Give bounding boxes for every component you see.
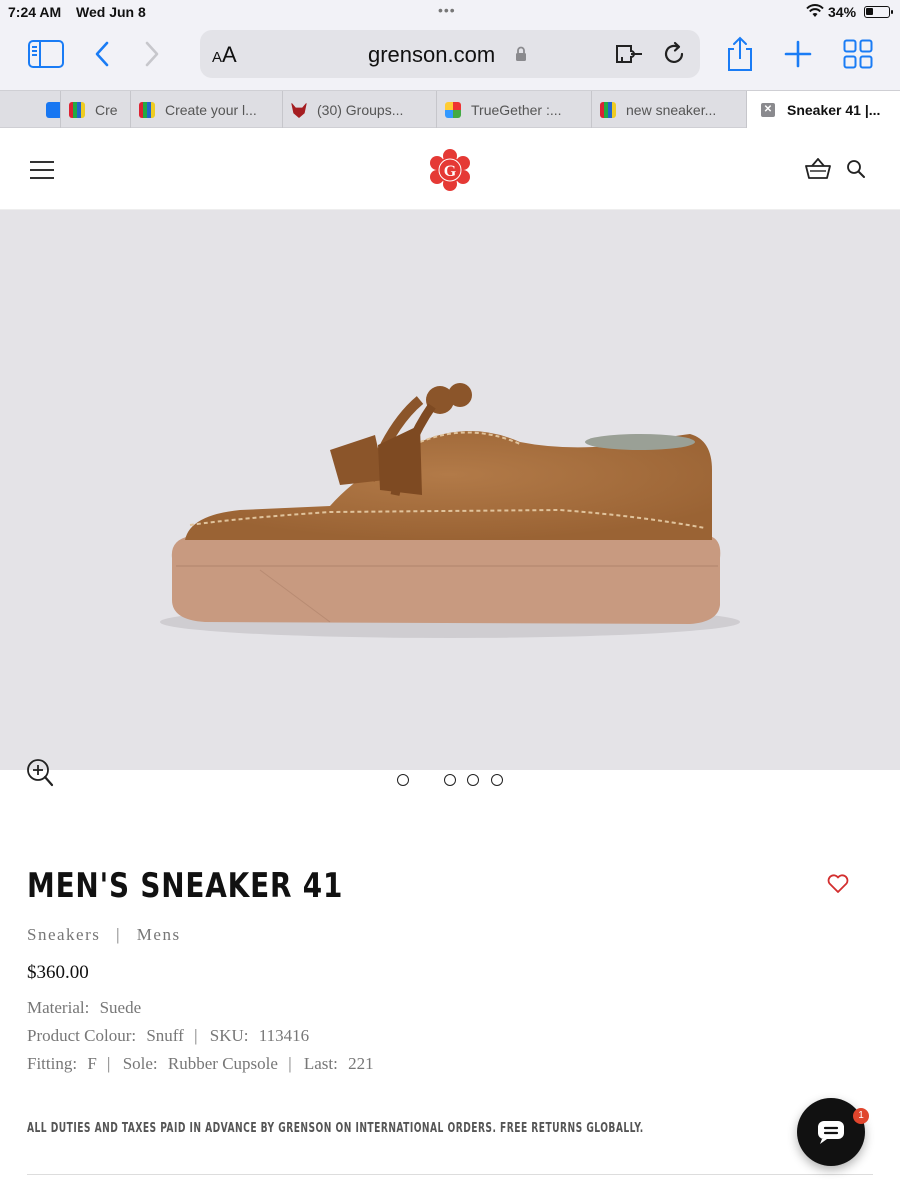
spec-value: 113416 bbox=[258, 1026, 310, 1045]
shoe-illustration bbox=[160, 383, 740, 638]
browser-toolbar: AA grenson.com bbox=[0, 24, 900, 90]
carousel-dot[interactable] bbox=[491, 774, 503, 786]
spec-label: Material: bbox=[27, 998, 90, 1017]
spec-separator: | bbox=[288, 1054, 292, 1073]
shopping-bag-icon bbox=[69, 102, 85, 118]
duties-notice: ALL DUTIES AND TAXES PAID IN ADVANCE BY … bbox=[27, 1121, 644, 1136]
multitasking-dots-icon[interactable]: ••• bbox=[438, 2, 456, 18]
sidebar-toggle-icon[interactable] bbox=[26, 36, 66, 72]
extensions-icon[interactable] bbox=[614, 42, 644, 66]
svg-text:G: G bbox=[444, 163, 457, 180]
tab-create-listing[interactable]: Create your l... bbox=[130, 91, 282, 129]
spec-value: 221 bbox=[348, 1054, 374, 1073]
spec-label: Product Colour: bbox=[27, 1026, 137, 1045]
forward-icon[interactable] bbox=[132, 36, 172, 72]
status-time: 7:24 AM bbox=[8, 4, 62, 20]
tab-label: Create your l... bbox=[165, 102, 257, 118]
spec-label: Sole: bbox=[122, 1054, 158, 1073]
tab-label: new sneaker... bbox=[626, 102, 717, 118]
spec-value: Rubber Cupsole bbox=[167, 1054, 278, 1073]
spec-material: Material: Suede bbox=[27, 998, 141, 1018]
reader-options-button[interactable]: AA bbox=[212, 42, 237, 68]
tab-new-sneaker[interactable]: new sneaker... bbox=[591, 91, 746, 129]
close-tab-icon[interactable]: ✕ bbox=[761, 103, 775, 117]
menu-icon[interactable] bbox=[30, 161, 54, 179]
tab-label: (30) Groups... bbox=[317, 102, 404, 118]
grenson-logo[interactable]: G bbox=[428, 148, 472, 192]
chat-icon bbox=[818, 1121, 844, 1144]
product-image[interactable] bbox=[0, 210, 900, 770]
category-link-mens[interactable]: Mens bbox=[137, 925, 181, 944]
spec-separator: | bbox=[107, 1054, 111, 1073]
tab-label: TrueGether :... bbox=[471, 102, 562, 118]
truegether-icon bbox=[445, 102, 461, 118]
tab-truegether[interactable]: TrueGether :... bbox=[436, 91, 591, 129]
basket-icon[interactable] bbox=[805, 158, 831, 180]
spec-label: Last: bbox=[303, 1054, 338, 1073]
spec-value: Suede bbox=[99, 998, 142, 1017]
url-text[interactable]: grenson.com bbox=[368, 42, 495, 68]
product-title: MEN'S SNEAKER 41 bbox=[27, 866, 344, 906]
fox-icon bbox=[291, 102, 307, 118]
tab-label: Cre bbox=[95, 102, 118, 118]
spec-colour-sku: Product Colour: Snuff | SKU: 113416 bbox=[27, 1026, 309, 1046]
category-link-sneakers[interactable]: Sneakers bbox=[27, 925, 100, 944]
facebook-icon bbox=[46, 102, 60, 118]
tab-create-short[interactable]: Cre bbox=[60, 91, 130, 129]
spec-fitting-sole-last: Fitting: F | Sole: Rubber Cupsole | Last… bbox=[27, 1054, 374, 1074]
carousel-dot[interactable] bbox=[397, 774, 409, 786]
tab-facebook[interactable] bbox=[36, 91, 60, 129]
category-separator: | bbox=[116, 925, 122, 944]
address-bar[interactable]: AA grenson.com bbox=[200, 30, 700, 78]
tab-bar: Cre Create your l... (30) Groups... True… bbox=[0, 90, 900, 129]
product-price: $360.00 bbox=[27, 962, 89, 983]
reload-icon[interactable] bbox=[661, 41, 687, 67]
spec-value: Snuff bbox=[146, 1026, 184, 1045]
spec-value: F bbox=[87, 1054, 97, 1073]
wifi-icon bbox=[806, 4, 824, 17]
back-icon[interactable] bbox=[82, 36, 122, 72]
new-tab-icon[interactable] bbox=[778, 36, 818, 72]
search-icon[interactable] bbox=[846, 159, 866, 179]
chat-button[interactable]: 1 bbox=[797, 1098, 869, 1166]
carousel-dot[interactable] bbox=[467, 774, 479, 786]
tab-overview-icon[interactable] bbox=[838, 36, 878, 72]
tab-sneaker-41[interactable]: ✕ Sneaker 41 |... bbox=[746, 91, 900, 129]
spec-separator: | bbox=[194, 1026, 198, 1045]
status-bar: 7:24 AM Wed Jun 8 ••• 34% bbox=[0, 0, 900, 24]
spec-label: Fitting: bbox=[27, 1054, 78, 1073]
site-header: G bbox=[0, 128, 900, 210]
lock-icon bbox=[516, 46, 526, 61]
tab-groups[interactable]: (30) Groups... bbox=[282, 91, 436, 129]
product-categories: Sneakers | Mens bbox=[27, 925, 181, 945]
share-icon[interactable] bbox=[720, 36, 760, 72]
tab-label: Sneaker 41 |... bbox=[787, 102, 881, 118]
wishlist-heart-icon[interactable] bbox=[827, 874, 849, 894]
status-date: Wed Jun 8 bbox=[76, 4, 146, 20]
chat-unread-badge: 1 bbox=[853, 1108, 869, 1124]
carousel-dot[interactable] bbox=[444, 774, 456, 786]
spec-label: SKU: bbox=[209, 1026, 249, 1045]
image-carousel-dots bbox=[0, 774, 900, 788]
shopping-bag-icon bbox=[600, 102, 616, 118]
shopping-bag-icon bbox=[139, 102, 155, 118]
divider bbox=[27, 1174, 873, 1175]
battery-icon bbox=[864, 6, 893, 18]
battery-percentage: 34% bbox=[828, 4, 857, 20]
